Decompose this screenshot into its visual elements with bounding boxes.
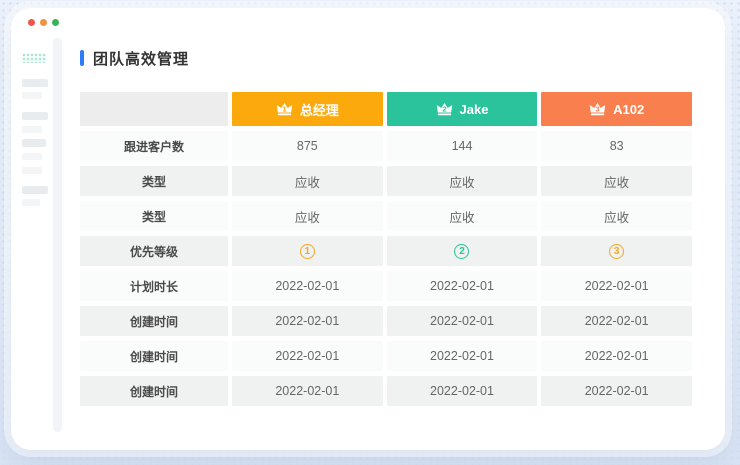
table-cell: 2022-02-01	[541, 341, 692, 371]
sidebar-skeleton-bar	[22, 139, 46, 147]
column-header-label: A102	[613, 102, 644, 117]
table-cell: 2022-02-01	[232, 306, 383, 336]
row-label: 优先等级	[80, 236, 228, 266]
title-accent-bar	[80, 50, 84, 66]
priority-badge: 1	[300, 244, 315, 259]
table-cell: 应收	[232, 166, 383, 196]
table-cell: 2022-02-01	[387, 341, 538, 371]
main-content: 团队高效管理 1 总经理	[62, 8, 725, 450]
table-cell: 应收	[541, 166, 692, 196]
sidebar-skeleton-bar	[22, 167, 42, 174]
table-cell: 应收	[387, 166, 538, 196]
sidebar-divider	[53, 38, 62, 432]
table-row: 跟进客户数 875 144 83	[80, 131, 692, 161]
table-row: 类型 应收 应收 应收	[80, 166, 692, 196]
row-label: 创建时间	[80, 341, 228, 371]
section-header: 团队高效管理	[80, 48, 725, 68]
logo-placeholder	[22, 53, 46, 63]
app-window: 团队高效管理 1 总经理	[11, 8, 725, 450]
table-cell: 2022-02-01	[541, 376, 692, 406]
table-row: 类型 应收 应收 应收	[80, 201, 692, 231]
column-header-label: Jake	[460, 102, 489, 117]
table-row: 创建时间 2022-02-01 2022-02-01 2022-02-01	[80, 306, 692, 336]
row-label: 创建时间	[80, 376, 228, 406]
sidebar-skeleton-bar	[22, 186, 48, 194]
svg-text:3: 3	[595, 104, 599, 113]
svg-text:1: 1	[282, 104, 287, 113]
table-cell: 2022-02-01	[387, 376, 538, 406]
table-row: 计划时长 2022-02-01 2022-02-01 2022-02-01	[80, 271, 692, 301]
row-label: 跟进客户数	[80, 131, 228, 161]
team-table: 1 总经理 2 Jake	[80, 92, 692, 406]
sidebar-skeleton-bar	[22, 199, 40, 206]
table-cell: 应收	[387, 201, 538, 231]
sidebar	[11, 8, 53, 450]
table-row-priority: 优先等级 1 2 3	[80, 236, 692, 266]
table-cell: 2	[387, 236, 538, 266]
row-label: 计划时长	[80, 271, 228, 301]
table-cell: 83	[541, 131, 692, 161]
table-cell: 2022-02-01	[541, 271, 692, 301]
zoom-button[interactable]	[52, 19, 59, 26]
table-cell: 2022-02-01	[387, 306, 538, 336]
sidebar-skeleton-bar	[22, 79, 48, 87]
table-cell: 2022-02-01	[232, 376, 383, 406]
desktop-background: 团队高效管理 1 总经理	[0, 0, 740, 465]
table-row: 创建时间 2022-02-01 2022-02-01 2022-02-01	[80, 341, 692, 371]
crown-rank-icon: 1	[276, 102, 293, 116]
column-header-jake[interactable]: 2 Jake	[387, 92, 538, 126]
table-cell: 应收	[232, 201, 383, 231]
sidebar-skeleton-bar	[22, 112, 48, 120]
table-cell: 2022-02-01	[232, 341, 383, 371]
page-title: 团队高效管理	[93, 48, 189, 69]
sidebar-skeleton-bar	[22, 92, 42, 99]
svg-text:2: 2	[442, 104, 446, 113]
table-cell: 1	[232, 236, 383, 266]
column-header-label: 总经理	[300, 100, 339, 119]
row-label: 类型	[80, 201, 228, 231]
table-row: 创建时间 2022-02-01 2022-02-01 2022-02-01	[80, 376, 692, 406]
row-label: 类型	[80, 166, 228, 196]
crown-rank-icon: 2	[436, 102, 453, 116]
sidebar-skeleton-bar	[22, 153, 42, 160]
table-cell: 2022-02-01	[232, 271, 383, 301]
column-header-a102[interactable]: 3 A102	[541, 92, 692, 126]
table-header-row: 1 总经理 2 Jake	[80, 92, 692, 126]
table-cell: 3	[541, 236, 692, 266]
column-header-gm[interactable]: 1 总经理	[232, 92, 383, 126]
crown-rank-icon: 3	[589, 102, 606, 116]
table-cell: 2022-02-01	[387, 271, 538, 301]
table-cell: 应收	[541, 201, 692, 231]
sidebar-skeleton-bar	[22, 126, 42, 133]
table-cell: 2022-02-01	[541, 306, 692, 336]
priority-badge: 2	[454, 244, 469, 259]
row-label: 创建时间	[80, 306, 228, 336]
table-cell: 875	[232, 131, 383, 161]
table-cell: 144	[387, 131, 538, 161]
priority-badge: 3	[609, 244, 624, 259]
table-corner-cell	[80, 92, 228, 126]
